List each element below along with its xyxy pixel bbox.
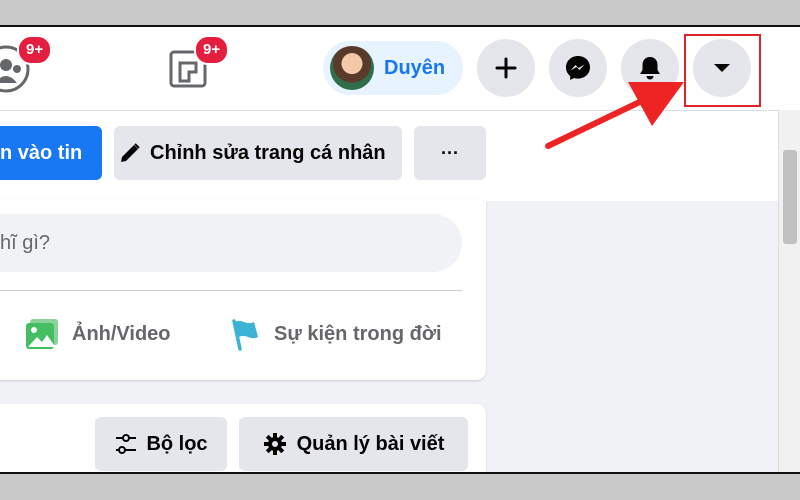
life-event-button[interactable]: Sự kiện trong đời <box>230 317 442 351</box>
filter-button[interactable]: Bộ lọc <box>95 417 227 471</box>
post-composer-card: hĩ gì? Ảnh/Video Sự kiện trong đời <box>0 200 486 380</box>
highlight-box <box>684 34 761 107</box>
filter-icon <box>116 434 137 454</box>
create-button[interactable] <box>477 39 535 97</box>
photo-icon <box>26 319 58 349</box>
messenger-button[interactable] <box>549 39 607 97</box>
manage-posts-label: Quản lý bài viết <box>296 432 445 455</box>
composer-placeholder: hĩ gì? <box>0 232 51 254</box>
profile-actions-bar: n vào tin Chỉnh sửa trang cá nhân ··· <box>0 110 778 201</box>
more-options-button[interactable]: ··· <box>414 126 486 180</box>
notifications-button[interactable] <box>621 39 679 97</box>
avatar <box>330 46 374 90</box>
add-to-story-label: n vào tin <box>0 141 83 164</box>
plus-icon <box>495 57 517 79</box>
edit-profile-label: Chỉnh sửa trang cá nhân <box>150 141 386 164</box>
filter-label: Bộ lọc <box>146 432 208 455</box>
page-scrollbar[interactable] <box>778 110 800 472</box>
photo-video-label: Ảnh/Video <box>72 322 171 345</box>
groups-notification-badge: 9+ <box>17 35 53 65</box>
messenger-icon <box>566 56 590 80</box>
top-navigation-bar: 9+ 9+ Duyên <box>0 27 800 110</box>
gear-icon <box>263 433 286 455</box>
gaming-notification-badge: 9+ <box>194 35 230 65</box>
manage-posts-button[interactable]: Quản lý bài viết <box>239 417 468 471</box>
composer-input[interactable]: hĩ gì? <box>0 214 462 272</box>
profile-shortcut[interactable]: Duyên <box>323 41 463 95</box>
pencil-icon <box>121 143 140 162</box>
facebook-profile-screen: 9+ 9+ Duyên n vào tin Chỉnh sửa trang cá… <box>0 25 800 474</box>
edit-profile-button[interactable]: Chỉnh sửa trang cá nhân <box>114 126 402 180</box>
flag-icon <box>232 319 258 351</box>
posts-toolbar-card: Bộ lọc Quản lý bài viết <box>0 404 486 472</box>
add-to-story-button[interactable]: n vào tin <box>0 126 102 180</box>
photo-video-button[interactable]: Ảnh/Video <box>24 317 171 351</box>
profile-name: Duyên <box>384 56 446 79</box>
scrollbar-thumb[interactable] <box>783 150 797 244</box>
bell-icon <box>640 57 660 80</box>
life-event-label: Sự kiện trong đời <box>274 322 442 345</box>
composer-divider <box>0 290 462 291</box>
more-options-icon: ··· <box>441 142 459 163</box>
